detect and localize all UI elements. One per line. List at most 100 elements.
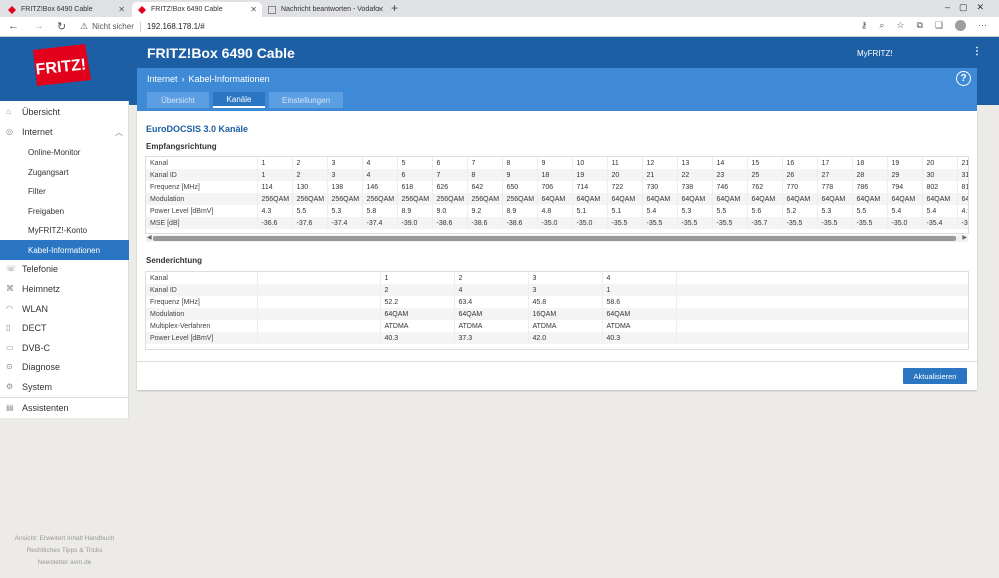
sidebar-item-label: Übersicht: [22, 107, 61, 117]
sidebar-item-system[interactable]: ⚙ System: [0, 377, 129, 397]
extensions-icon[interactable]: ❏: [935, 20, 943, 31]
avatar[interactable]: [955, 20, 966, 31]
table-cell: -35.5: [677, 217, 713, 229]
collections-icon[interactable]: ⧉: [916, 20, 922, 31]
footer-links-2[interactable]: Rechtliches Tipps & Tricks: [0, 547, 129, 554]
refresh-button[interactable]: Aktualisieren: [903, 368, 967, 384]
table-cell: 5.2: [782, 205, 818, 217]
table-cell: 256QAM: [467, 193, 503, 205]
sidebar-item-dect[interactable]: ▯ DECT: [0, 318, 129, 338]
new-tab-icon[interactable]: +: [391, 1, 398, 15]
tab-einstellungen[interactable]: Einstellungen: [269, 92, 343, 108]
scrollbar-thumb[interactable]: [153, 236, 956, 241]
divider: [137, 361, 977, 362]
table-cell: [257, 332, 381, 344]
table-cell: 256QAM: [432, 193, 468, 205]
footer-links-1[interactable]: Ansicht: Erweitert Inhalt Handbuch: [0, 535, 129, 542]
kebab-menu-icon[interactable]: ⋮: [972, 46, 982, 57]
table-cell: 9: [502, 169, 538, 181]
sidebar-item-wlan[interactable]: ◠ WLAN: [0, 299, 129, 319]
star-icon[interactable]: ☆: [896, 20, 904, 31]
diagnose-icon: ⊙: [6, 362, 13, 371]
myfritz-link[interactable]: MyFRITZ!: [857, 49, 893, 58]
close-tab-icon[interactable]: ✕: [118, 5, 125, 14]
table-cell: -35.0: [537, 217, 573, 229]
help-icon[interactable]: ?: [956, 71, 971, 86]
browser-tab[interactable]: FRITZ!Box 6490 Cable ✕: [2, 2, 130, 17]
close-tab-icon[interactable]: ✕: [377, 5, 384, 14]
tab-kanaele[interactable]: Kanäle: [213, 92, 265, 108]
fritz-favicon-icon: [138, 5, 146, 14]
table-cell: 5.6: [747, 205, 783, 217]
breadcrumb-internet[interactable]: Internet: [147, 74, 178, 84]
table-row: Frequenz [MHz] 52.2 63.4 45.8 58.6: [146, 296, 968, 308]
table-cell: 64QAM: [677, 193, 713, 205]
fritz-favicon-icon: [8, 5, 16, 14]
table-cell: 5.4: [642, 205, 678, 217]
row-label: Power Level [dBmV]: [146, 332, 258, 344]
more-icon[interactable]: ⋯: [978, 20, 987, 31]
downstream-table-wrap[interactable]: Kanal 1 2 3 4 5 6 7 8 9 10 11 12 13 14 15 16 17 18 19 20 21 Ka…: [145, 156, 969, 234]
table-cell: 5.5: [292, 205, 328, 217]
scroll-left-icon[interactable]: ◀: [147, 234, 152, 241]
reload-icon[interactable]: ↻: [57, 20, 66, 33]
window-controls-icon[interactable]: –▢✕: [945, 2, 993, 13]
table-cell: 64QAM: [572, 193, 608, 205]
sidebar-item-freigaben[interactable]: Freigaben: [0, 201, 129, 221]
back-icon[interactable]: ←: [8, 20, 19, 32]
gear-icon: ⚙: [6, 382, 14, 391]
toolbar-icons: ⚷ ⌕ ☆ ⧉ ❏ ⋯: [861, 20, 987, 31]
sidebar-item-kabel-informationen[interactable]: Kabel-Informationen: [0, 240, 129, 260]
table-cell: 11: [607, 157, 643, 169]
sidebar-item-heimnetz[interactable]: ⌘ Heimnetz: [0, 279, 129, 299]
table-cell: -35.5: [782, 217, 818, 229]
browser-tab-label: Nachricht beantworten - Vodafo: [281, 6, 380, 13]
sidebar-item-label: Online-Monitor: [28, 147, 81, 157]
url-text[interactable]: 192.168.178.1/#: [147, 22, 205, 31]
browser-tab-bar: FRITZ!Box 6490 Cable ✕ FRITZ!Box 6490 Ca…: [0, 0, 999, 17]
table-cell: [676, 308, 968, 320]
close-tab-icon[interactable]: ✕: [250, 5, 257, 14]
omnibox[interactable]: ⚠ Nicht sicher 192.168.178.1/#: [80, 19, 205, 34]
sidebar-item-dvb-c[interactable]: ▭ DVB-C: [0, 338, 129, 358]
row-label: Multiplex-Verfahren: [146, 320, 258, 332]
key-icon[interactable]: ⚷: [861, 20, 868, 31]
table-cell: 256QAM: [327, 193, 363, 205]
table-cell: 8.9: [397, 205, 433, 217]
horizontal-scrollbar[interactable]: ◀ ▶: [146, 235, 968, 242]
table-cell: 5.1: [607, 205, 643, 217]
browser-tab-active[interactable]: FRITZ!Box 6490 Cable ✕: [132, 2, 262, 17]
table-row: Kanal ID 1 2 3 4 6 7 8 9 18 19 20 21 22 23 25 26 27 28 29 30…: [146, 169, 968, 181]
table-cell: 4: [362, 157, 398, 169]
sidebar-item-assistenten[interactable]: ▤ Assistenten: [0, 397, 129, 417]
forward-icon[interactable]: →: [33, 20, 44, 32]
fritz-logo[interactable]: FRITZ!: [27, 40, 95, 88]
table-cell: [257, 272, 381, 284]
sidebar-item-zugangsart[interactable]: Zugangsart: [0, 162, 129, 182]
sidebar-item-filter[interactable]: Filter: [0, 181, 129, 201]
table-cell: 3: [327, 169, 363, 181]
sidebar-item-internet[interactable]: ◎ Internet ︿: [0, 122, 129, 142]
table-cell: -35.5: [642, 217, 678, 229]
row-label: Kanal ID: [146, 169, 258, 181]
table-cell: 810: [957, 181, 968, 193]
table-cell: 40.3: [380, 332, 455, 344]
table-cell: 28: [852, 169, 888, 181]
upstream-table: Kanal 1 2 3 4 Kanal ID 2 4 3 1 Frequenz [MHz] 52.2 6…: [146, 272, 968, 344]
browser-tab[interactable]: Nachricht beantworten - Vodafo ✕: [262, 2, 389, 17]
tab-uebersicht[interactable]: Übersicht: [147, 92, 209, 108]
table-cell: 63.4: [454, 296, 529, 308]
sidebar-item-telefonie[interactable]: ☏ Telefonie: [0, 259, 129, 279]
table-cell: 12: [642, 157, 678, 169]
scroll-right-icon[interactable]: ▶: [962, 234, 967, 241]
zoom-icon[interactable]: ⌕: [879, 20, 884, 31]
table-cell: 64QAM: [607, 193, 643, 205]
table-cell: 770: [782, 181, 818, 193]
sidebar-item-diagnose[interactable]: ⊙ Diagnose: [0, 357, 129, 377]
sidebar-item-online-monitor[interactable]: Online-Monitor: [0, 142, 129, 162]
row-label: Frequenz [MHz]: [146, 181, 258, 193]
sidebar-item-uebersicht[interactable]: ⌂ Übersicht: [0, 102, 129, 122]
footer-links-3[interactable]: Newsletter avm.de: [0, 559, 129, 566]
table-row: Frequenz [MHz] 114 130 138 146 618 626 642 650 70…: [146, 181, 968, 193]
sidebar-item-myfritz-konto[interactable]: MyFRITZ!-Konto: [0, 220, 129, 240]
